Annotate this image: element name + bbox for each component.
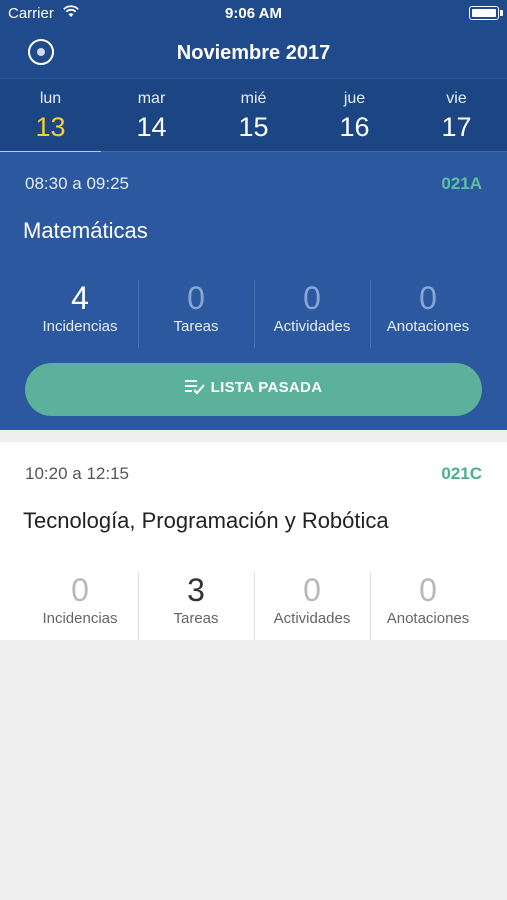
stat-anotaciones[interactable]: 0 Anotaciones xyxy=(370,572,486,640)
page-title: Noviembre 2017 xyxy=(176,42,331,64)
session-time: 10:20 a 12:15 xyxy=(25,464,129,483)
stat-label: Anotaciones xyxy=(386,610,470,627)
day-number: 14 xyxy=(136,112,167,142)
stat-label: Actividades xyxy=(273,610,351,627)
day-mar[interactable]: mar 14 xyxy=(101,79,202,153)
day-number: 15 xyxy=(238,112,269,142)
status-time: 9:06 AM xyxy=(225,5,282,22)
day-number: 17 xyxy=(441,112,472,142)
stat-value: 0 xyxy=(419,572,437,608)
day-name: vie xyxy=(446,90,467,107)
session-stats: 0 Incidencias 3 Tareas 0 Actividades 0 A… xyxy=(22,572,486,640)
day-vie[interactable]: vie 17 xyxy=(406,79,507,153)
day-mie[interactable]: mié 15 xyxy=(203,79,304,153)
session-card[interactable]: 10:20 a 12:15 021C Tecnología, Programac… xyxy=(0,442,507,640)
stat-label: Incidencias xyxy=(42,610,118,627)
stat-tareas[interactable]: 3 Tareas xyxy=(138,572,254,640)
stat-value: 0 xyxy=(419,280,437,316)
session-card-active[interactable]: 08:30 a 09:25 021A Matemáticas 4 Inciden… xyxy=(0,152,507,430)
stat-value: 0 xyxy=(187,280,205,316)
stat-label: Incidencias xyxy=(42,318,118,335)
stat-label: Anotaciones xyxy=(386,318,470,335)
app-header: Carrier 9:06 AM Noviembre 2017 lun 13 ma… xyxy=(0,0,507,154)
stat-label: Tareas xyxy=(173,610,219,627)
battery-icon xyxy=(469,6,503,20)
stat-value: 0 xyxy=(303,280,321,316)
stat-value: 3 xyxy=(187,572,205,608)
stat-actividades[interactable]: 0 Actividades xyxy=(254,572,370,640)
stat-incidencias[interactable]: 4 Incidencias xyxy=(22,280,138,348)
day-lun[interactable]: lun 13 xyxy=(0,79,101,154)
stat-value: 0 xyxy=(71,572,89,608)
stat-actividades[interactable]: 0 Actividades xyxy=(254,280,370,348)
day-number: 16 xyxy=(339,112,370,142)
session-room: 021C xyxy=(441,464,482,483)
session-stats: 4 Incidencias 0 Tareas 0 Actividades 0 A… xyxy=(22,280,486,348)
stat-label: Actividades xyxy=(273,318,351,335)
stat-tareas[interactable]: 0 Tareas xyxy=(138,280,254,348)
day-number: 13 xyxy=(35,112,66,142)
day-name: lun xyxy=(39,90,62,107)
day-name: mar xyxy=(137,90,166,107)
nav-bar: Noviembre 2017 xyxy=(0,28,507,78)
session-subject: Tecnología, Programación y Robótica xyxy=(23,508,389,533)
status-bar: Carrier 9:06 AM xyxy=(0,0,507,28)
stat-label: Tareas xyxy=(173,318,219,335)
week-selector: lun 13 mar 14 mié 15 jue 16 vie 17 xyxy=(0,78,507,154)
session-subject: Matemáticas xyxy=(23,218,148,243)
button-label: LISTA PASADA xyxy=(210,379,323,396)
stat-anotaciones[interactable]: 0 Anotaciones xyxy=(370,280,486,348)
list-check-icon xyxy=(184,380,205,395)
session-room: 021A xyxy=(441,174,482,193)
stat-value: 4 xyxy=(71,280,89,316)
stat-value: 0 xyxy=(303,572,321,608)
day-name: mié xyxy=(240,90,267,107)
stat-incidencias[interactable]: 0 Incidencias xyxy=(22,572,138,640)
lista-pasada-button[interactable]: LISTA PASADA xyxy=(25,363,482,416)
day-jue[interactable]: jue 16 xyxy=(304,79,405,153)
session-time: 08:30 a 09:25 xyxy=(25,174,129,193)
day-name: jue xyxy=(343,90,366,107)
